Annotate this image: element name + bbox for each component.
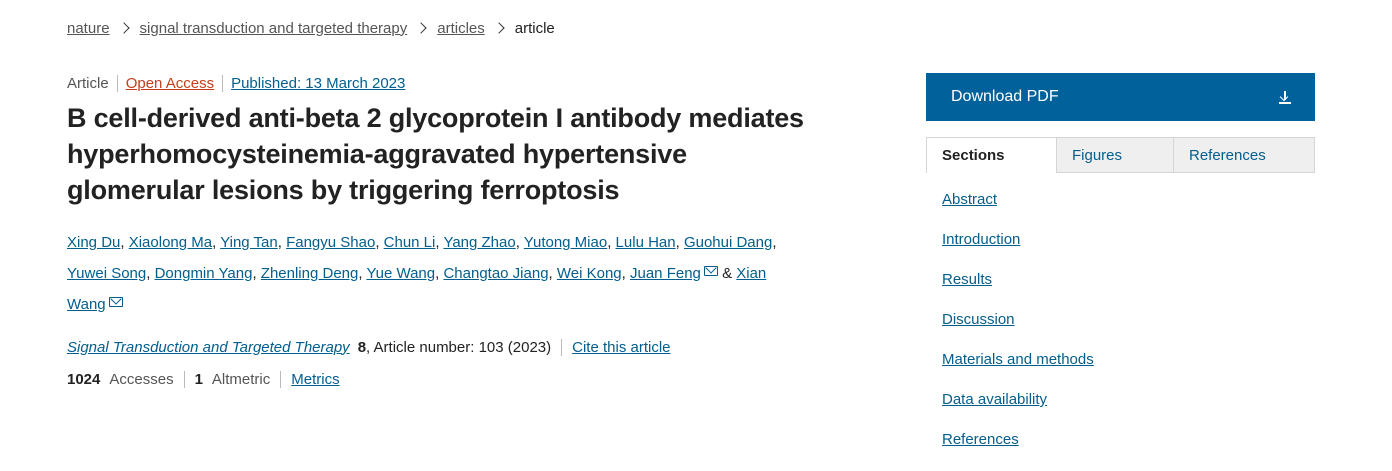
altmetric-metric: 1 Altmetric: [194, 370, 282, 388]
journal-volume: 8: [357, 338, 367, 356]
download-pdf-label: Download PDF: [951, 88, 1059, 105]
section-item: Data availability: [942, 391, 1315, 431]
section-link-results[interactable]: Results: [942, 271, 992, 288]
chevron-right-icon: [117, 22, 130, 34]
published-date-link[interactable]: Published: 13 March 2023: [231, 75, 405, 92]
cite-this-article-link[interactable]: Cite this article: [572, 339, 670, 356]
journal-link[interactable]: Signal Transduction and Targeted Therapy: [67, 339, 350, 356]
chevron-right-icon: [493, 22, 505, 34]
breadcrumb: nature signal transduction and targeted …: [67, 17, 555, 39]
sidebar-tabs: Sections Figures References: [926, 137, 1315, 173]
metrics-link[interactable]: Metrics: [291, 371, 339, 388]
cite-container: Cite this article: [561, 338, 671, 356]
section-item: Materials and methods: [942, 351, 1315, 391]
published-date: Published: 13 March 2023: [223, 75, 405, 92]
author-link[interactable]: Chun Li: [384, 234, 436, 251]
author-link[interactable]: Zhenling Deng: [261, 265, 359, 282]
breadcrumb-journal[interactable]: signal transduction and targeted therapy: [140, 20, 408, 37]
author-link[interactable]: Guohui Dang: [684, 234, 772, 251]
article-type: Article: [67, 74, 118, 92]
article-title: B cell-derived anti-beta 2 glycoprotein …: [67, 103, 804, 205]
altmetric-count: 1: [194, 370, 203, 388]
breadcrumb-nature[interactable]: nature: [67, 20, 110, 37]
open-access-link[interactable]: Open Access: [126, 75, 214, 92]
tab-figures[interactable]: Figures: [1056, 138, 1173, 172]
accesses-count: 1024: [67, 370, 101, 388]
author-list: Xing Du, Xiaolong Ma, Ying Tan, Fangyu S…: [67, 234, 777, 313]
article-number: , Article number: 103 (2023): [366, 338, 552, 356]
breadcrumb-current: article: [514, 19, 555, 37]
section-link-introduction[interactable]: Introduction: [942, 231, 1020, 248]
author-link[interactable]: Dongmin Yang: [155, 265, 253, 282]
article-main: Article Open Access Published: 13 March …: [67, 70, 807, 392]
author-link[interactable]: Lulu Han: [616, 234, 676, 251]
author-link[interactable]: Ying Tan: [220, 234, 278, 251]
author-link[interactable]: Wei Kong: [557, 265, 622, 282]
mail-icon[interactable]: [703, 266, 718, 276]
accesses-metric: 1024 Accesses: [67, 370, 185, 388]
download-pdf-button[interactable]: Download PDF: [926, 73, 1315, 121]
section-item: Discussion: [942, 311, 1315, 351]
sidebar: Download PDF Sections Figures References…: [926, 73, 1315, 471]
section-link-references[interactable]: References: [942, 431, 1019, 448]
chevron-right-icon: [415, 22, 427, 34]
download-icon: [1279, 90, 1291, 104]
author-link[interactable]: Yuwei Song: [67, 265, 146, 282]
article-meta: Article Open Access Published: 13 March …: [67, 70, 807, 96]
altmetric-label: Altmetric: [211, 370, 271, 388]
author-link[interactable]: Yang Zhao: [443, 234, 515, 251]
section-item: Abstract: [942, 191, 1315, 231]
article-metrics: 1024 Accesses 1 Altmetric Metrics: [67, 366, 807, 392]
author-link[interactable]: Xiaolong Ma: [129, 234, 212, 251]
section-list: Abstract Introduction Results Discussion…: [942, 191, 1315, 471]
tab-sections[interactable]: Sections: [927, 138, 1056, 173]
tab-references[interactable]: References: [1173, 138, 1314, 172]
author-link[interactable]: Fangyu Shao: [286, 234, 375, 251]
section-item: References: [942, 431, 1315, 471]
section-link-data-availability[interactable]: Data availability: [942, 391, 1047, 408]
section-link-abstract[interactable]: Abstract: [942, 191, 997, 208]
author-link[interactable]: Yutong Miao: [524, 234, 607, 251]
author-ampersand: &: [722, 265, 733, 282]
author-link[interactable]: Xing Du: [67, 234, 120, 251]
author-link[interactable]: Yue Wang: [366, 265, 435, 282]
accesses-label: Accesses: [109, 370, 174, 388]
author-link[interactable]: Changtao Jiang: [443, 265, 548, 282]
journal-info: Signal Transduction and Targeted Therapy…: [67, 334, 807, 360]
open-access-badge: Open Access: [118, 74, 224, 92]
section-item: Results: [942, 271, 1315, 311]
mail-icon[interactable]: [108, 297, 123, 307]
section-item: Introduction: [942, 231, 1315, 271]
author-link-corresponding[interactable]: Juan Feng: [630, 265, 701, 282]
section-link-discussion[interactable]: Discussion: [942, 311, 1015, 328]
breadcrumb-articles[interactable]: articles: [437, 20, 485, 37]
section-link-methods[interactable]: Materials and methods: [942, 351, 1094, 368]
